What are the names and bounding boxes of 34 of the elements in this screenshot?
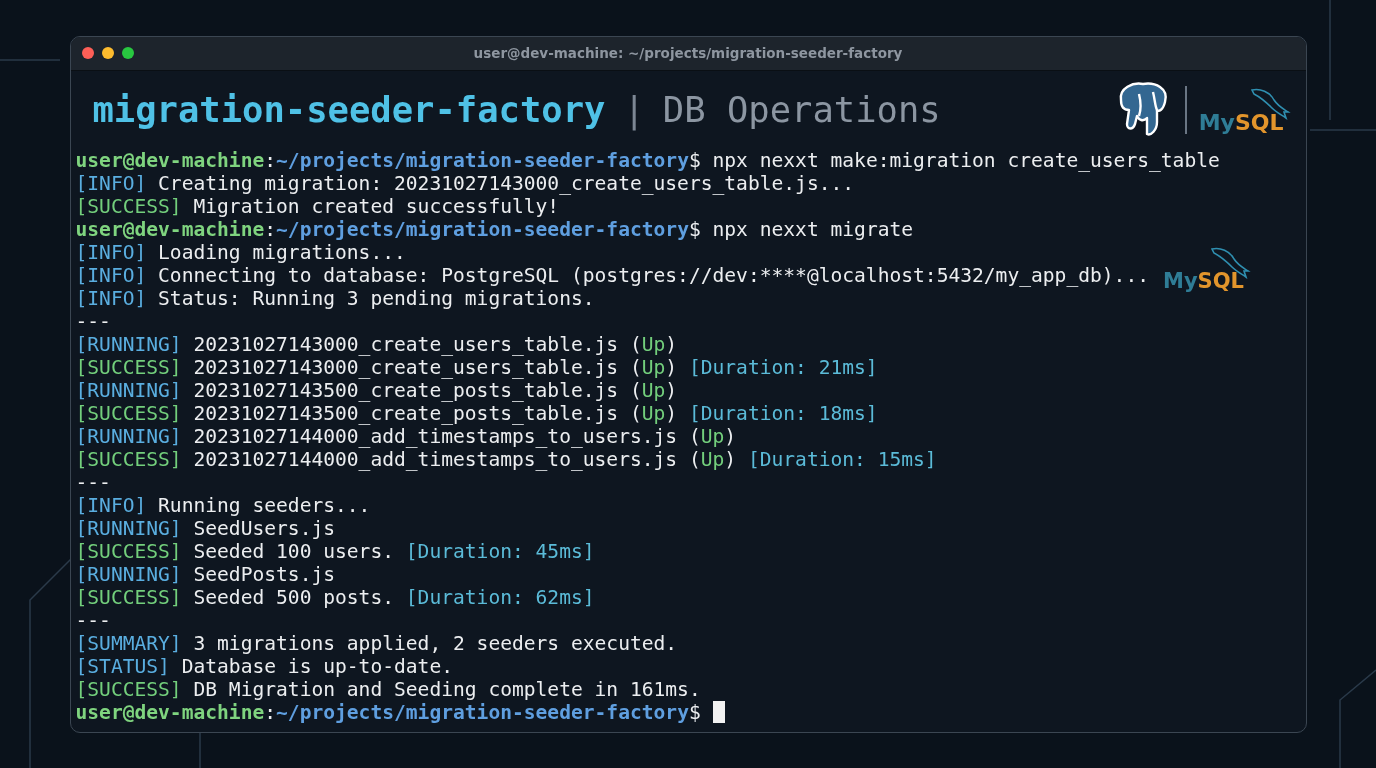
terminal-line: user@dev-machine:~/projects/migration-seeder-factory$ (75, 700, 702, 724)
terminal-line: [STATUS] Database is up-to-date. (75, 654, 453, 678)
terminal-line: [SUCCESS] 20231027143000_create_users_table.js (Up) [Duration: 21ms] (75, 355, 878, 379)
terminal-line: user@dev-machine:~/projects/migration-seeder-factory$ npx nexxt migrate (75, 217, 914, 241)
project-title: migration-seeder-factory (92, 89, 606, 130)
header-subtitle: DB Operations (662, 89, 941, 130)
terminal-line: --- (75, 608, 111, 632)
terminal-line: [RUNNING] SeedPosts.js (75, 562, 336, 586)
terminal-line: [INFO] Loading migrations... (75, 240, 406, 264)
terminal-line: [RUNNING] 20231027143500_create_posts_table.js (Up) (75, 378, 678, 402)
terminal-line: [RUNNING] 20231027143000_create_users_table.js (Up) (75, 332, 678, 356)
terminal-line: --- (75, 309, 111, 333)
terminal-line: [SUCCESS] 20231027143500_create_posts_table.js (Up) [Duration: 18ms] (75, 401, 878, 425)
terminal-line: [SUCCESS] Migration created successfully! (75, 194, 560, 218)
terminal-line: [INFO] Status: Running 3 pending migrations. (75, 286, 595, 310)
close-button[interactable] (81, 47, 94, 59)
terminal-line: [INFO] Creating migration: 20231027143000_create_users_table.js... (75, 171, 855, 195)
terminal-line: [SUCCESS] 20231027144000_add_timestamps_to_users.js (Up) [Duration: 15ms] (75, 447, 937, 471)
mysql-logo: MySQL (1163, 244, 1244, 292)
terminal-line: [RUNNING] 20231027144000_add_timestamps_to_users.js (Up) (75, 424, 737, 448)
window-title: user@dev-machine: ~/projects/migration-seeder-factory (472, 45, 904, 61)
terminal-line: [INFO] Connecting to database: PostgreSQL (postgres://dev:****@localhost:5432/my_app_db)... (75, 263, 1149, 287)
minimize-button[interactable] (101, 47, 114, 59)
terminal-line: [SUMMARY] 3 migrations applied, 2 seeders executed. (75, 631, 678, 655)
terminal-line: [SUCCESS] Seeded 500 posts. [Duration: 62ms] (75, 585, 595, 609)
terminal-line: [SUCCESS] Seeded 100 users. [Duration: 45ms] (75, 539, 595, 563)
terminal-line: [RUNNING] SeedUsers.js (75, 516, 336, 540)
maximize-button[interactable] (121, 47, 134, 59)
mysql-logo: MySQL (1198, 85, 1284, 134)
header-separator: | (623, 89, 645, 130)
terminal-line: [SUCCESS] DB Migration and Seeding complete in 161ms. (75, 677, 701, 701)
terminal-line: --- (75, 470, 111, 494)
terminal-line: [INFO] Running seeders... (75, 493, 371, 517)
terminal-line: user@dev-machine:~/projects/migration-seeder-factory$ npx nexxt make:migration create_users_table (75, 148, 1220, 172)
